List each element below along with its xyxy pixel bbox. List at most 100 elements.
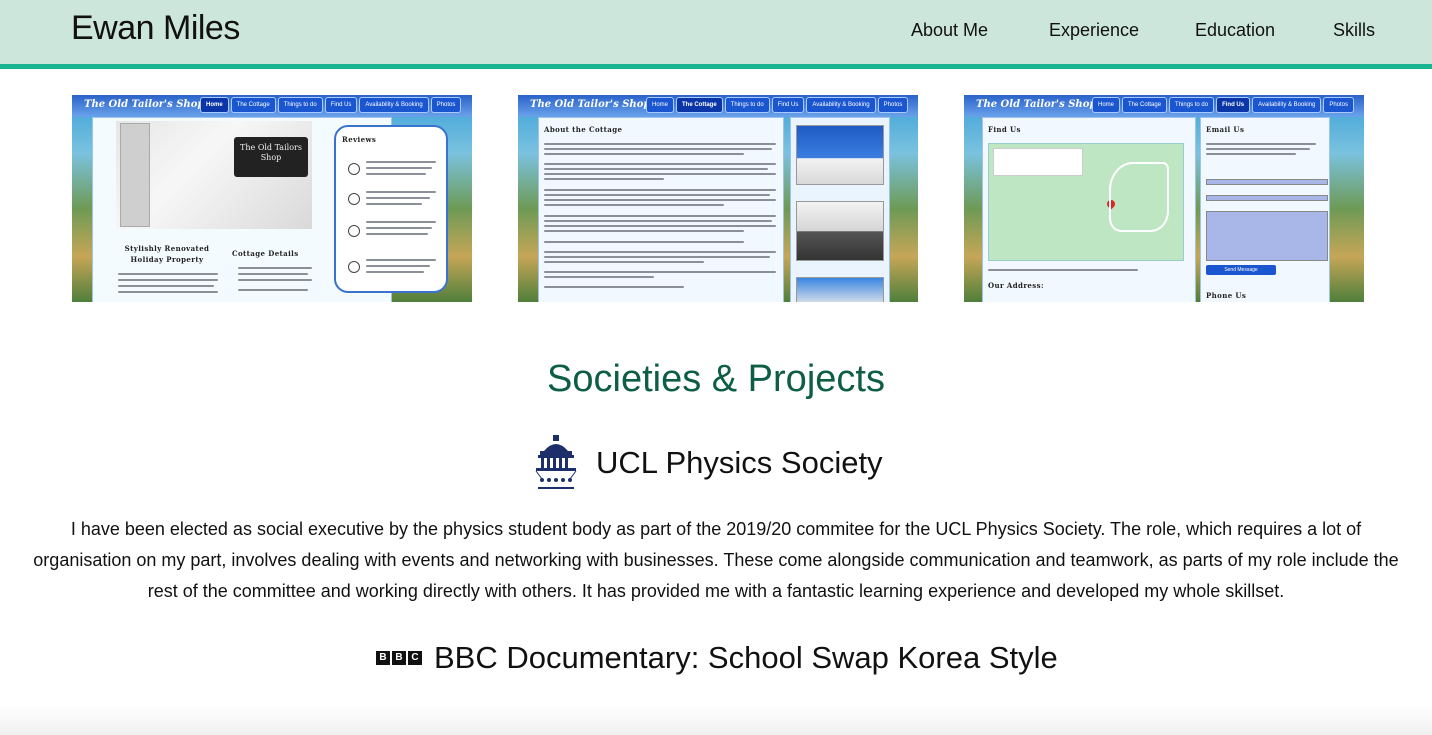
text-line (544, 261, 704, 263)
bbc-documentary-title: BBC Documentary: School Swap Korea Style (434, 640, 1058, 675)
nav-education[interactable]: Education (1195, 20, 1275, 41)
screenshot-tab: Find Us (1216, 97, 1251, 113)
screenshot-tabs: Home The Cottage Things to do Find Us Av… (1092, 97, 1355, 113)
society-name: UCL Physics Society (596, 445, 883, 480)
screenshot-heading: About the Cottage (544, 125, 623, 134)
screenshot-tab: The Cottage (1122, 97, 1168, 113)
text-line (118, 279, 218, 281)
screenshot-tab: Photos (1323, 97, 1355, 113)
screenshot-tab: Photos (430, 97, 462, 113)
next-card-shadow (0, 705, 1432, 735)
nav-skills[interactable]: Skills (1333, 20, 1375, 41)
screenshot-tab: The Cottage (676, 97, 723, 113)
bbc-logo-letter: C (408, 651, 422, 665)
map-road (1109, 162, 1169, 232)
text-line (544, 276, 654, 278)
shop-sign: The Old Tailors Shop (234, 137, 308, 177)
screenshot-tabs: Home The Cottage Things to do Find Us Av… (200, 97, 462, 113)
society-heading-row: UCL Physics Society (532, 432, 883, 494)
ucl-physics-society-logo-icon (532, 433, 580, 493)
screenshot-tab: Things to do (724, 97, 770, 113)
map-info-box (993, 148, 1083, 176)
quote-icon (348, 261, 360, 273)
project-screenshot-find-us[interactable]: The Old Tailor's Shop Home The Cottage T… (964, 95, 1364, 302)
name-field (1206, 179, 1328, 185)
text-line (544, 194, 770, 196)
message-field (1206, 211, 1328, 261)
text-line (366, 197, 430, 199)
text-line (544, 241, 744, 243)
text-line (238, 289, 308, 291)
screenshot-tab: Things to do (1169, 97, 1215, 113)
wall-image: The Old Tailors Shop (116, 121, 312, 229)
text-line (544, 215, 776, 217)
text-line (544, 143, 776, 145)
screenshot-tab: The Cottage (230, 97, 276, 113)
text-line (366, 271, 424, 273)
cottage-photo (796, 277, 884, 302)
quote-icon (348, 163, 360, 175)
text-line (544, 251, 776, 253)
text-line (366, 265, 430, 267)
text-line (544, 220, 772, 222)
screenshot-tab: Availability & Booking (806, 97, 876, 113)
project-screenshot-home[interactable]: The Old Tailor's Shop Home The Cottage T… (72, 95, 472, 302)
send-message-button: Send Message (1206, 265, 1276, 275)
nav-experience[interactable]: Experience (1049, 20, 1139, 41)
screenshot-tab: Find Us (324, 97, 358, 113)
site-brand[interactable]: Ewan Miles (71, 9, 240, 48)
screenshot-tab: Photos (877, 97, 909, 113)
text-line (366, 259, 436, 261)
text-line (366, 227, 432, 229)
header-divider (0, 64, 1432, 69)
text-line (366, 233, 428, 235)
screenshot-heading: Cottage Details (232, 249, 299, 258)
text-line (544, 256, 770, 258)
screenshot-site-name: The Old Tailor's Shop (84, 99, 205, 110)
text-line (544, 271, 776, 273)
text-line (544, 153, 744, 155)
screenshot-heading: Find Us (988, 125, 1021, 134)
text-line (544, 148, 772, 150)
screenshot-tab: Find Us (771, 97, 805, 113)
text-line (238, 279, 312, 281)
text-line (238, 267, 312, 269)
text-line (366, 173, 426, 175)
screenshot-tab: Availability & Booking (359, 97, 429, 113)
screenshot-heading: Reviews (342, 135, 377, 144)
text-line (1206, 153, 1296, 155)
screenshot-heading: Stylishly Renovated Holiday Property (124, 244, 210, 264)
project-screenshot-cottage[interactable]: The Old Tailor's Shop Home The Cottage T… (518, 95, 918, 302)
screenshot-content-panel (538, 117, 784, 302)
cottage-photo (796, 201, 884, 261)
text-line (1206, 143, 1316, 145)
text-line (118, 291, 218, 293)
screenshot-site-name: The Old Tailor's Shop (976, 99, 1097, 110)
text-line (544, 230, 744, 232)
bbc-logo-icon: B B C (376, 651, 422, 665)
quote-icon (348, 193, 360, 205)
screenshot-site-name: The Old Tailor's Shop (530, 99, 651, 110)
text-line (366, 161, 436, 163)
text-line (118, 285, 214, 287)
text-line (544, 286, 684, 288)
shop-sign-text: The Old Tailors Shop (240, 143, 302, 162)
text-line (366, 191, 436, 193)
screenshot-heading: Email Us (1206, 125, 1245, 134)
quote-icon (348, 225, 360, 237)
text-line (544, 189, 776, 191)
map-image (988, 143, 1184, 261)
text-line (988, 269, 1138, 271)
nav-about-me[interactable]: About Me (911, 20, 988, 41)
door-image (120, 123, 150, 227)
society-description: I have been elected as social executive … (33, 519, 1399, 601)
text-line (366, 221, 436, 223)
text-line (238, 273, 308, 275)
screenshot-tab: Home (1092, 97, 1121, 113)
email-field (1206, 195, 1328, 201)
screenshot-tab: Availability & Booking (1252, 97, 1322, 113)
text-line (544, 199, 776, 201)
bbc-heading-row: B B C BBC Documentary: School Swap Korea… (376, 640, 1058, 676)
text-line (544, 163, 776, 165)
bbc-logo-letter: B (376, 651, 390, 665)
